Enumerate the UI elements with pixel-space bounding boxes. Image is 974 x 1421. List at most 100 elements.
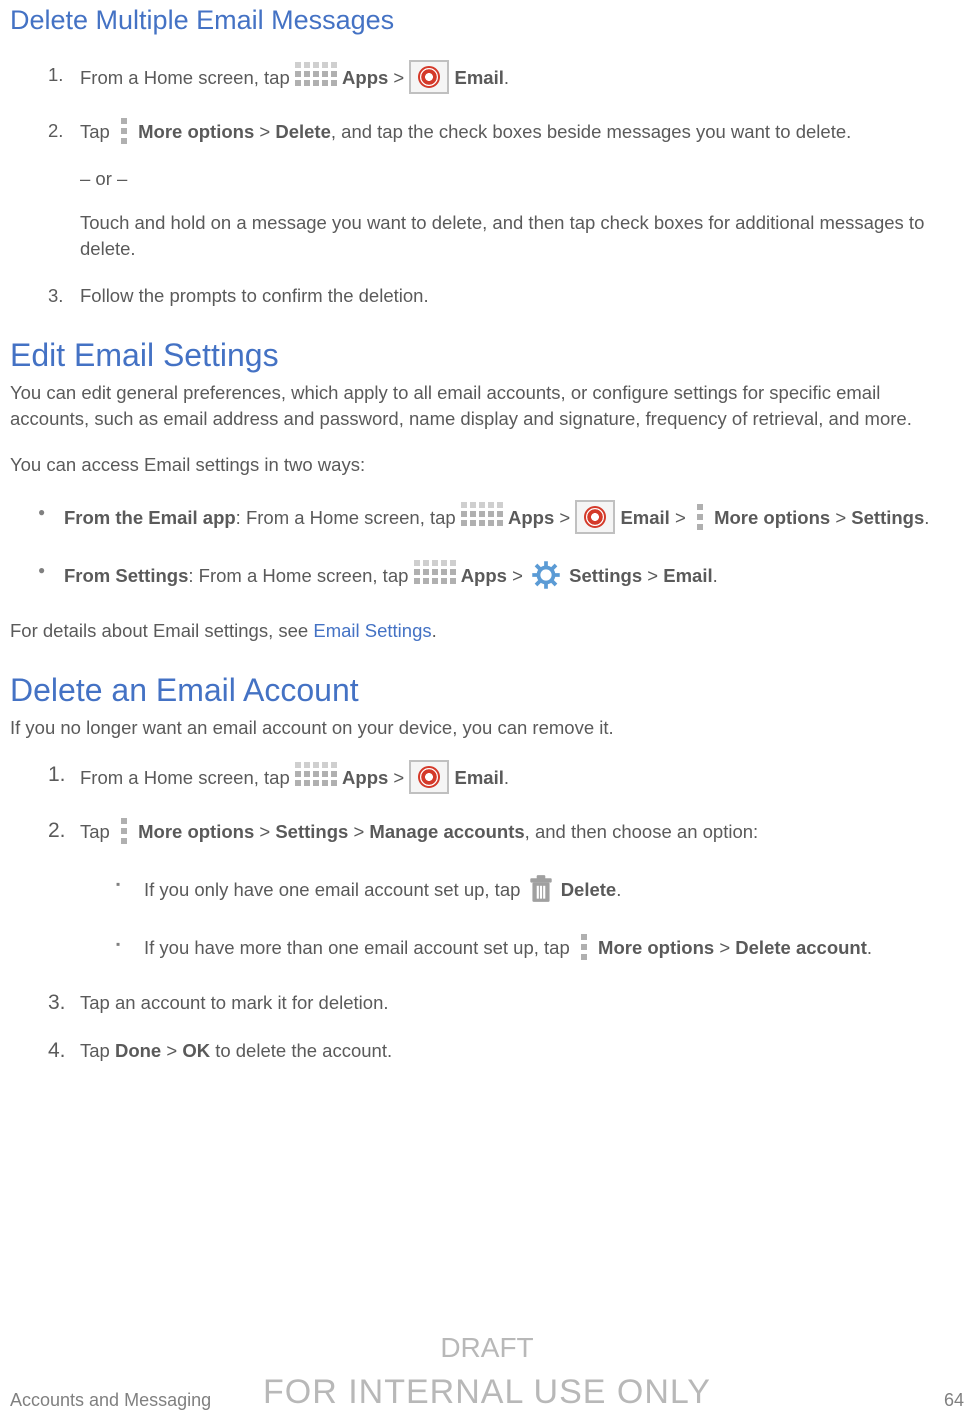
- steps-delete-account: 1. From a Home screen, tap Apps > Email.…: [10, 762, 964, 1064]
- more-options-icon: [575, 932, 593, 962]
- text: Tap: [80, 121, 115, 142]
- apps-label: Apps: [342, 767, 388, 788]
- separator: >: [835, 507, 851, 528]
- apps-icon: [295, 762, 337, 792]
- text: Follow the prompts to confirm the deleti…: [80, 285, 429, 306]
- settings-label: Settings: [569, 565, 642, 586]
- apps-label: Apps: [508, 507, 554, 528]
- alt-instruction: Touch and hold on a message you want to …: [80, 210, 964, 262]
- text: From a Home screen, tap: [80, 767, 295, 788]
- step-number: 1.: [48, 62, 63, 88]
- step-number: 3.: [48, 988, 66, 1017]
- period: .: [616, 879, 621, 900]
- settings-label: Settings: [275, 821, 348, 842]
- apps-icon: [414, 560, 456, 590]
- period: .: [432, 620, 437, 641]
- more-options-icon: [691, 502, 709, 532]
- email-icon: [409, 760, 449, 794]
- text: Tap an account to mark it for deletion.: [80, 992, 389, 1013]
- more-options-label: More options: [598, 937, 714, 958]
- email-icon: [409, 60, 449, 94]
- details-line: For details about Email settings, see Em…: [10, 618, 964, 644]
- text: If you have more than one email account …: [144, 937, 575, 958]
- period: .: [924, 507, 929, 528]
- separator: >: [512, 565, 528, 586]
- more-options-icon: [115, 116, 133, 146]
- separator: >: [259, 121, 275, 142]
- period: .: [867, 937, 872, 958]
- more-options-label: More options: [138, 821, 254, 842]
- email-icon: [575, 500, 615, 534]
- separator: >: [559, 507, 575, 528]
- more-options-icon: [115, 816, 133, 846]
- bullet-from-settings: From Settings: From a Home screen, tap A…: [38, 560, 964, 594]
- steps-delete-multiple: 1. From a Home screen, tap Apps > Email.…: [10, 62, 964, 310]
- period: .: [504, 67, 509, 88]
- step-3: 3. Tap an account to mark it for deletio…: [48, 990, 964, 1016]
- text: For details about Email settings, see: [10, 620, 313, 641]
- or-separator: – or –: [80, 166, 964, 192]
- delete-options: If you only have one email account set u…: [80, 874, 964, 964]
- period: .: [713, 565, 718, 586]
- step-1: 1. From a Home screen, tap Apps > Email.: [48, 62, 964, 96]
- delete-account-intro: If you no longer want an email account o…: [10, 715, 964, 741]
- step-number: 3.: [48, 283, 63, 309]
- text: : From a Home screen, tap: [236, 507, 461, 528]
- trash-icon: [526, 872, 556, 906]
- more-options-label: More options: [138, 121, 254, 142]
- separator: >: [259, 821, 275, 842]
- separator: >: [353, 821, 369, 842]
- settings-icon: [528, 558, 564, 592]
- email-label: Email: [663, 565, 712, 586]
- email-label: Email: [620, 507, 669, 528]
- settings-label: Settings: [851, 507, 924, 528]
- done-label: Done: [115, 1040, 161, 1061]
- text: : From a Home screen, tap: [188, 565, 413, 586]
- apps-label: Apps: [342, 67, 388, 88]
- separator: >: [719, 937, 735, 958]
- separator: >: [393, 67, 409, 88]
- step-number: 2.: [48, 816, 66, 845]
- delete-label: Delete: [275, 121, 331, 142]
- text: , and tap the check boxes beside message…: [331, 121, 851, 142]
- heading-delete-account: Delete an Email Account: [10, 668, 964, 713]
- step-number: 1.: [48, 760, 66, 789]
- separator: >: [393, 767, 409, 788]
- text: Tap: [80, 1040, 115, 1061]
- text: From a Home screen, tap: [80, 67, 295, 88]
- email-label: Email: [455, 767, 504, 788]
- option-only-one: If you only have one email account set u…: [116, 874, 964, 908]
- step-1: 1. From a Home screen, tap Apps > Email.: [48, 762, 964, 796]
- period: .: [504, 767, 509, 788]
- edit-access-intro: You can access Email settings in two way…: [10, 452, 964, 478]
- manage-accounts-label: Manage accounts: [369, 821, 524, 842]
- option-more-than-one: If you have more than one email account …: [116, 934, 964, 964]
- text: If you only have one email account set u…: [144, 879, 526, 900]
- edit-access-list: From the Email app: From a Home screen, …: [10, 502, 964, 594]
- more-options-label: More options: [714, 507, 830, 528]
- separator: >: [675, 507, 691, 528]
- separator: >: [166, 1040, 182, 1061]
- from-settings-label: From Settings: [64, 565, 188, 586]
- email-label: Email: [455, 67, 504, 88]
- email-settings-link[interactable]: Email Settings: [313, 620, 431, 641]
- step-2: 2. Tap More options > Settings > Manage …: [48, 818, 964, 964]
- apps-label: Apps: [461, 565, 507, 586]
- apps-icon: [295, 62, 337, 92]
- text: to delete the account.: [210, 1040, 392, 1061]
- step-4: 4. Tap Done > OK to delete the account.: [48, 1038, 964, 1064]
- from-email-app-label: From the Email app: [64, 507, 236, 528]
- apps-icon: [461, 502, 503, 532]
- text: Tap: [80, 821, 115, 842]
- footer-section-title: Accounts and Messaging: [10, 1388, 211, 1413]
- step-3: 3. Follow the prompts to confirm the del…: [48, 283, 964, 309]
- step-number: 2.: [48, 118, 63, 144]
- heading-edit-settings: Edit Email Settings: [10, 333, 964, 378]
- bullet-from-email-app: From the Email app: From a Home screen, …: [38, 502, 964, 536]
- step-number: 4.: [48, 1036, 66, 1065]
- ok-label: OK: [182, 1040, 210, 1061]
- edit-intro-text: You can edit general preferences, which …: [10, 380, 964, 432]
- page-footer: Accounts and Messaging 64: [10, 1388, 964, 1413]
- delete-account-label: Delete account: [735, 937, 867, 958]
- step-2: 2. Tap More options > Delete, and tap th…: [48, 118, 964, 262]
